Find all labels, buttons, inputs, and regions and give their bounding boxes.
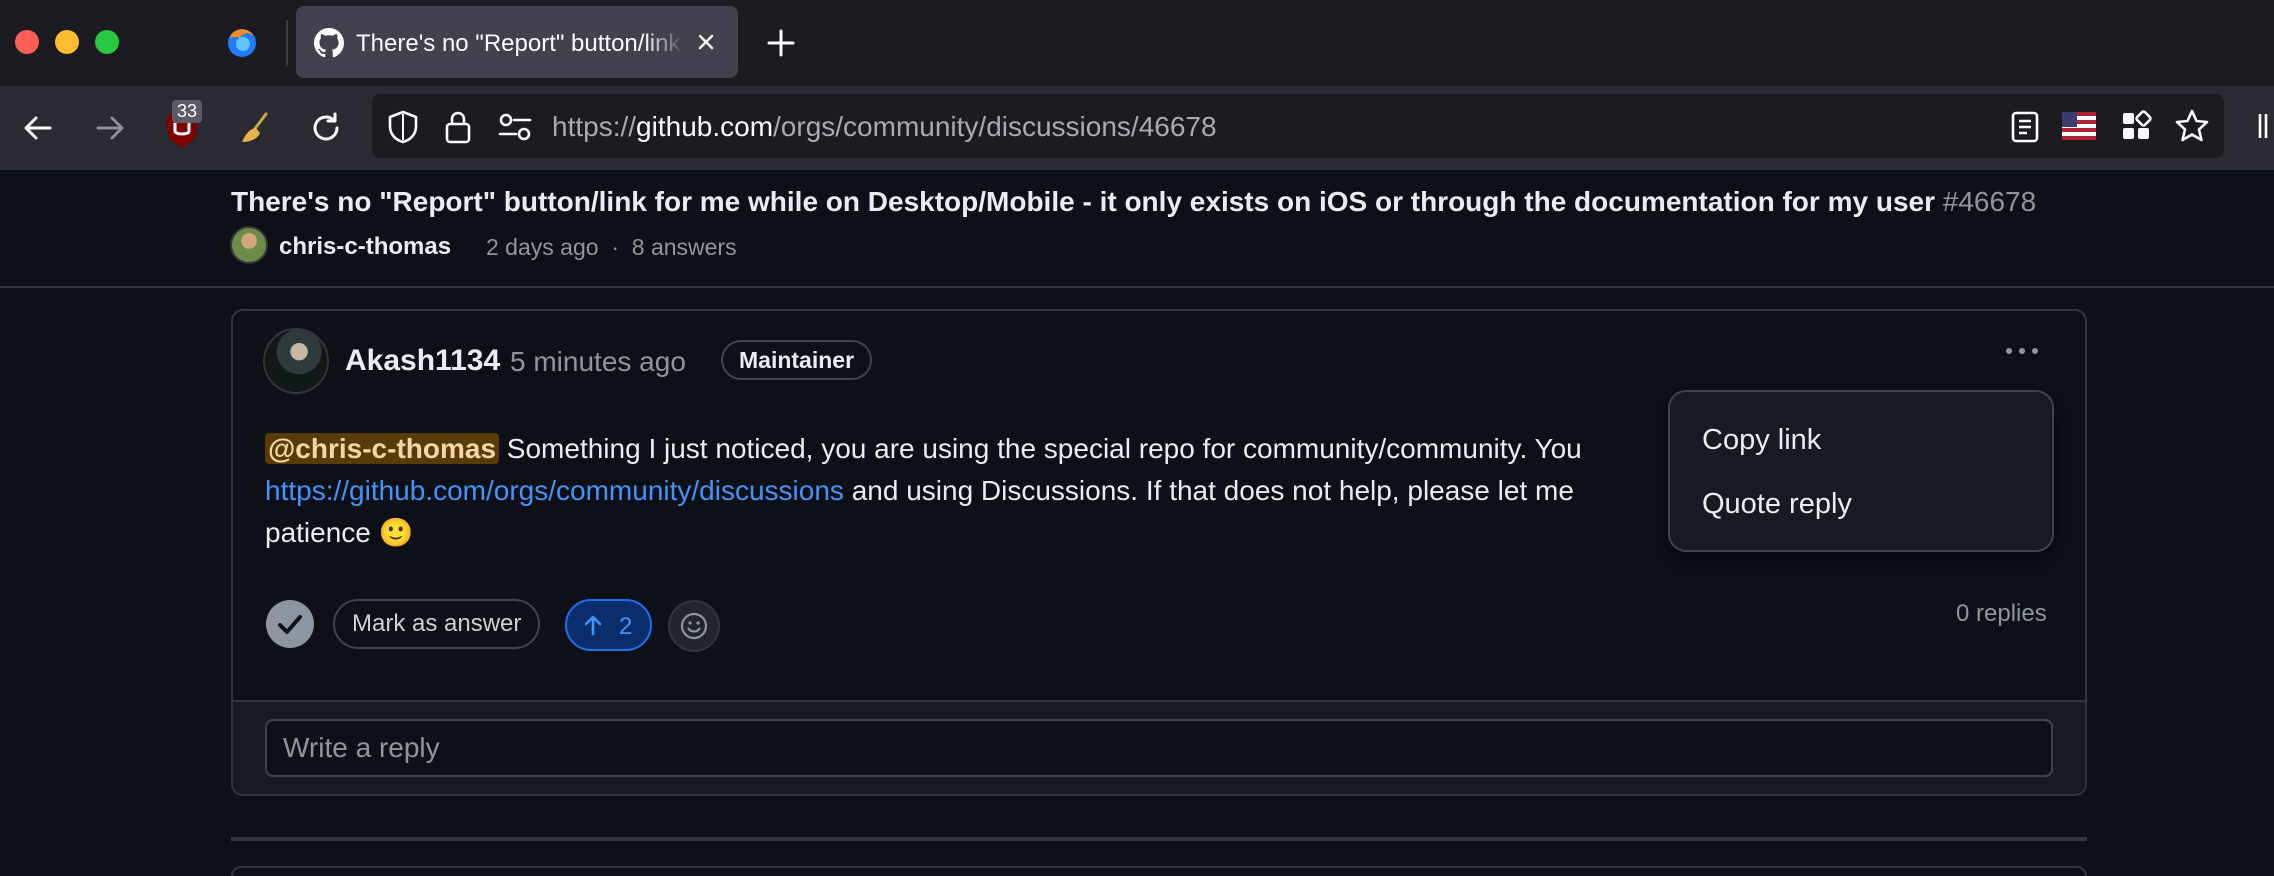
check-icon xyxy=(278,615,302,634)
discussion-author[interactable]: chris-c-thomas xyxy=(279,233,451,261)
tab-discussion[interactable]: There's no "Report" button/link for me w… xyxy=(296,6,738,78)
browser-tab-bar: There's no "Report" button/link for me w… xyxy=(0,0,2274,86)
star-icon[interactable] xyxy=(2174,108,2210,144)
header-divider xyxy=(0,286,2274,288)
discussion-time: 2 days ago xyxy=(486,234,599,260)
discussion-number: #46678 xyxy=(1942,186,2037,217)
permissions-icon[interactable] xyxy=(498,112,532,142)
discussion-title-text: There's no "Report" button/link for me w… xyxy=(231,186,1935,217)
window-close-button[interactable] xyxy=(15,30,39,54)
kebab-icon[interactable] xyxy=(2002,334,2042,368)
shield-icon[interactable] xyxy=(387,110,419,144)
next-comment-card xyxy=(231,866,2087,876)
url-domain: github.com xyxy=(636,111,774,142)
firefox-icon[interactable] xyxy=(224,24,260,60)
comment-time[interactable]: 5 minutes ago xyxy=(510,346,686,378)
comment-author[interactable]: Akash1134 xyxy=(345,344,500,378)
role-badge: Maintainer xyxy=(721,340,873,380)
menu-item-copy-link[interactable]: Copy link xyxy=(1702,424,1821,457)
reader-view-icon[interactable] xyxy=(2010,110,2040,144)
comment-body: @chris-c-thomas Something I just noticed… xyxy=(265,428,1675,554)
forward-arrow-icon[interactable] xyxy=(92,110,128,146)
smiley-icon xyxy=(680,612,708,640)
window-zoom-button[interactable] xyxy=(95,30,119,54)
arrow-up-icon xyxy=(584,615,602,636)
replies-count: 0 replies xyxy=(1956,600,2047,627)
section-divider xyxy=(231,837,2087,841)
tab-title: There's no "Report" button/link for me w… xyxy=(356,30,684,57)
user-mention[interactable]: @chris-c-thomas xyxy=(265,433,500,464)
flag-icon[interactable] xyxy=(2062,112,2096,140)
add-reaction-button[interactable] xyxy=(668,600,720,652)
discussion-meta: 2 days ago · 8 answers xyxy=(486,234,737,261)
reply-input[interactable]: Write a reply xyxy=(265,719,2053,777)
extensions-icon[interactable] xyxy=(2120,110,2152,142)
upvote-button[interactable]: 2 xyxy=(565,599,652,651)
discussion-title: There's no "Report" button/link for me w… xyxy=(231,186,2036,218)
library-icon[interactable] xyxy=(2254,108,2274,144)
comment-text-2: and using Discussions. If that does not … xyxy=(843,475,1574,506)
url-path: /orgs/community/discussions/46678 xyxy=(773,111,1217,142)
mark-as-answer-button[interactable]: Mark as answer xyxy=(333,599,541,649)
ublock-badge: 33 xyxy=(172,100,203,123)
avatar[interactable] xyxy=(230,226,268,264)
menu-item-quote-reply[interactable]: Quote reply xyxy=(1702,488,1852,521)
url-scheme: https:// xyxy=(552,111,637,142)
meta-separator: · xyxy=(611,234,619,260)
answers-count[interactable]: 8 answers xyxy=(632,234,737,260)
url-text[interactable]: https://github.com/orgs/community/discus… xyxy=(552,111,1217,143)
comment-text-1: Something I just noticed, you are using … xyxy=(499,433,1582,464)
upvote-count: 2 xyxy=(619,613,633,640)
reload-icon[interactable] xyxy=(308,110,344,146)
avatar[interactable] xyxy=(263,328,329,394)
plus-icon[interactable] xyxy=(764,26,798,60)
discussions-link[interactable]: https://github.com/orgs/community/discus… xyxy=(265,475,844,506)
mark-answer-check-button[interactable] xyxy=(266,600,314,648)
back-arrow-icon[interactable] xyxy=(20,110,56,146)
window-minimize-button[interactable] xyxy=(55,30,79,54)
comment-text-3: patience 🙂 xyxy=(265,517,414,548)
lock-icon[interactable] xyxy=(444,110,472,144)
broom-icon[interactable] xyxy=(236,110,274,148)
tab-separator xyxy=(286,20,288,66)
github-icon xyxy=(314,28,344,58)
comment-actions-menu: Copy link Quote reply xyxy=(1668,390,2054,552)
close-icon[interactable] xyxy=(692,28,720,56)
